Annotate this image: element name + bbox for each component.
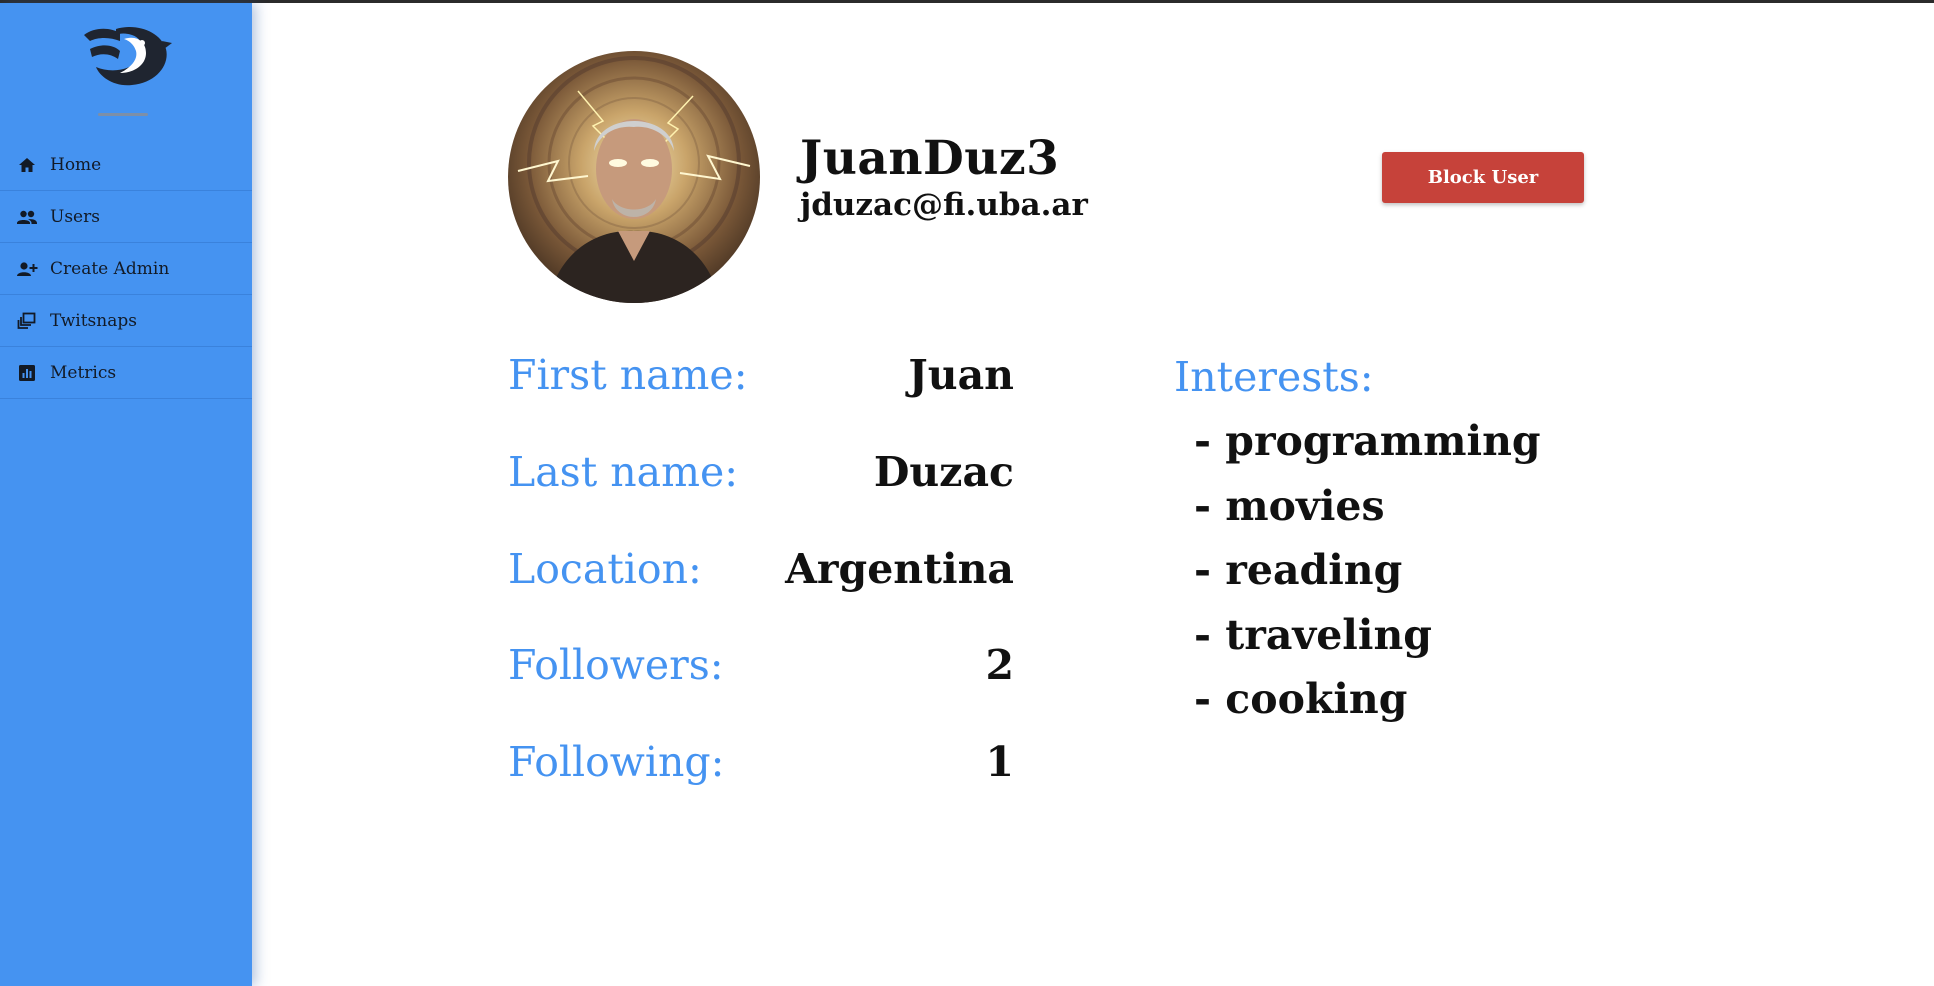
first-name-label: First name: [508, 351, 748, 399]
location-value: Argentina [785, 545, 1014, 593]
main-content: JuanDuz3 jduzac@fi.uba.ar Block User Fir… [252, 3, 1934, 986]
interests-title: Interests: [1174, 353, 1374, 401]
following-label: Following: [508, 738, 725, 786]
last-name-row: Last name: Duzac [508, 448, 1014, 504]
sidebar-nav: Home Users Create Admin Twitsnaps Metric… [0, 139, 252, 399]
interest-item: - movies [1194, 481, 1385, 530]
sidebar-item-label: Create Admin [50, 258, 170, 279]
followers-value: 2 [985, 641, 1014, 689]
last-name-value: Duzac [873, 448, 1014, 496]
interest-item: - traveling [1194, 610, 1432, 659]
location-label: Location: [508, 545, 702, 593]
following-row: Following: 1 [508, 738, 1014, 794]
last-name-label: Last name: [508, 448, 739, 496]
first-name-row: First name: Juan [508, 351, 1014, 407]
interest-item: - reading [1194, 546, 1403, 594]
collection-icon [16, 310, 38, 332]
avatar [508, 51, 760, 303]
bird-logo-icon [84, 27, 172, 86]
profile-email: jduzac@fi.uba.ar [800, 187, 1088, 223]
first-name-value: Juan [908, 351, 1014, 399]
block-user-button[interactable]: Block User [1382, 152, 1584, 203]
home-icon [16, 154, 38, 176]
sidebar: Home Users Create Admin Twitsnaps Metric… [0, 3, 252, 986]
profile-username: JuanDuz3 [800, 131, 1060, 186]
add-user-icon [16, 258, 38, 280]
interest-item: - cooking [1194, 675, 1408, 723]
sidebar-item-home[interactable]: Home [0, 139, 252, 191]
sidebar-item-label: Twitsnaps [50, 310, 137, 331]
followers-label: Followers: [508, 641, 724, 689]
logo-divider [98, 113, 148, 116]
sidebar-item-twitsnaps[interactable]: Twitsnaps [0, 295, 252, 347]
sidebar-item-create-admin[interactable]: Create Admin [0, 243, 252, 295]
interest-item: - programming [1194, 417, 1541, 465]
logo[interactable] [0, 21, 252, 101]
sidebar-item-label: Users [50, 206, 100, 227]
sidebar-item-label: Metrics [50, 362, 117, 383]
sidebar-item-metrics[interactable]: Metrics [0, 347, 252, 399]
followers-row: Followers: 2 [508, 641, 1014, 697]
interests-list: - programming - movies - reading - trave… [1194, 417, 1541, 740]
users-icon [16, 206, 38, 228]
following-value: 1 [985, 738, 1014, 786]
chart-icon [16, 362, 38, 384]
sidebar-item-users[interactable]: Users [0, 191, 252, 243]
location-row: Location: Argentina [508, 545, 1014, 601]
sidebar-item-label: Home [50, 154, 102, 175]
